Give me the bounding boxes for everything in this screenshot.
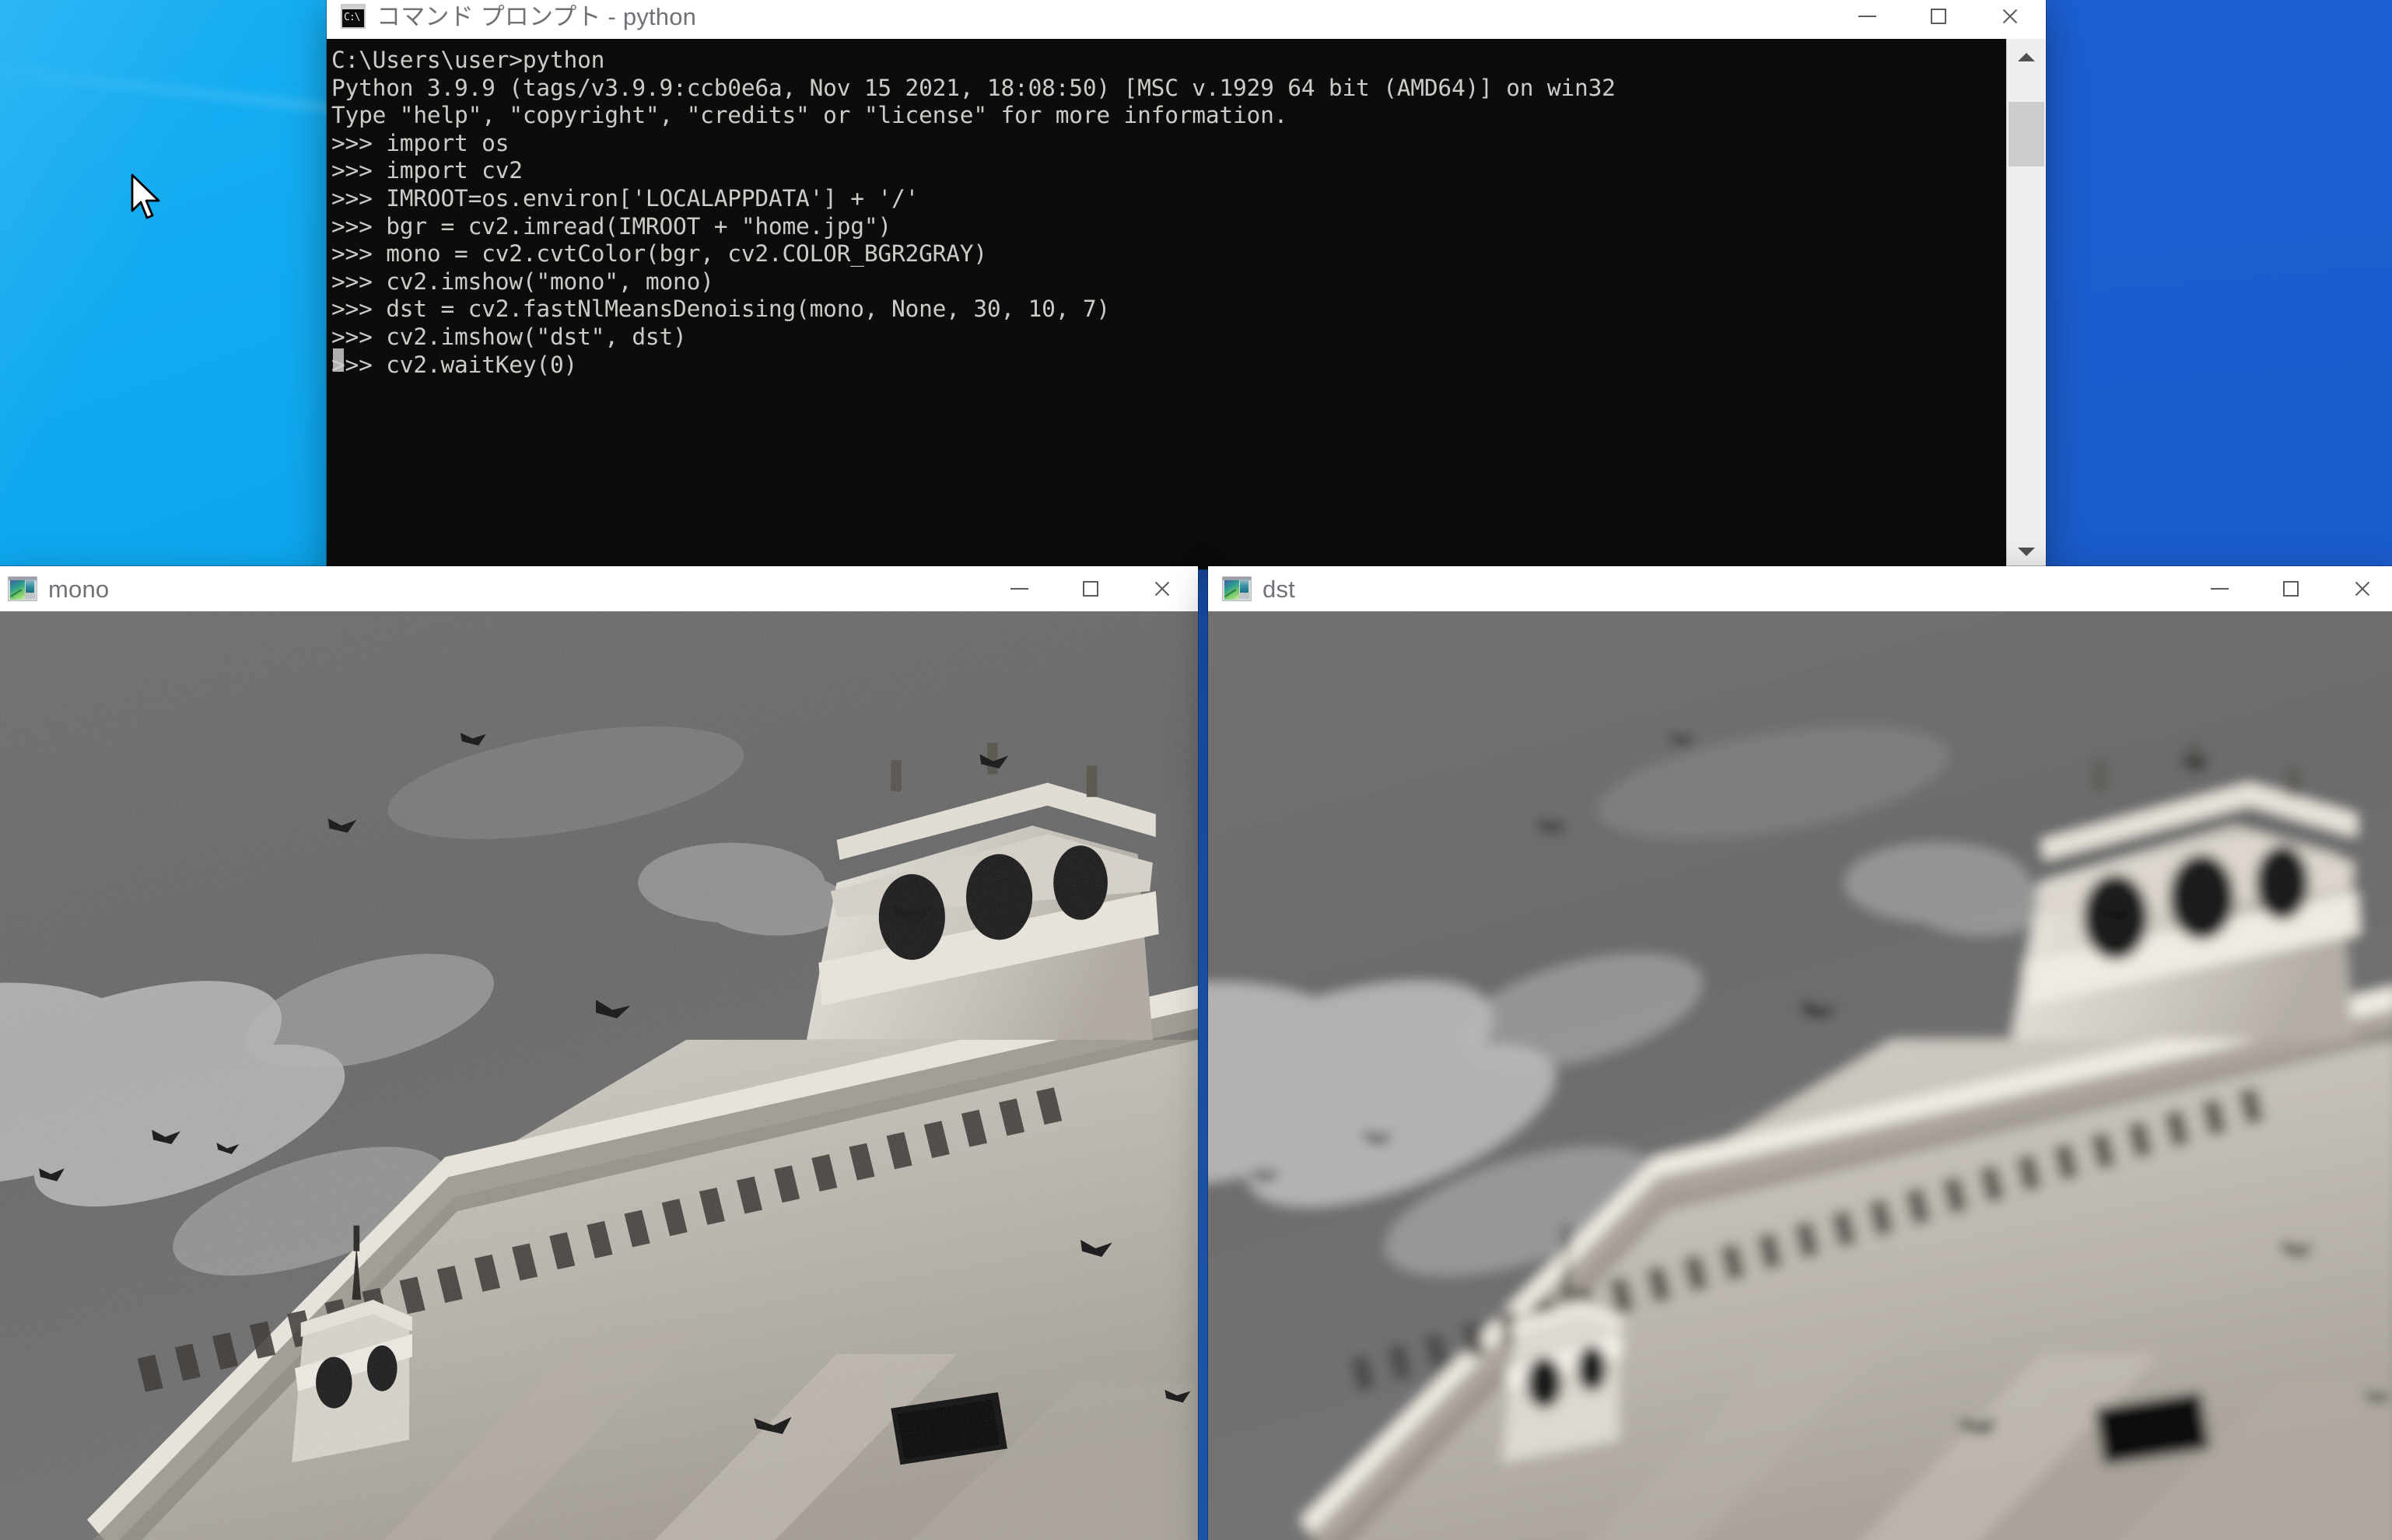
scrollbar-down-button[interactable] [2007,534,2046,569]
console-body[interactable]: C:\Users\user>python Python 3.9.9 (tags/… [327,39,2046,569]
mono-close-button[interactable] [1126,566,1198,611]
dst-image-canvas[interactable] [1208,611,2392,1540]
opencv-highgui-icon [1222,576,1252,601]
console-maximize-button[interactable] [1903,0,1974,39]
maximize-icon [2283,581,2299,597]
cmd-icon-label: C:\ [344,12,361,23]
dst-title-text: dst [1263,575,1295,603]
console-text-caret [333,348,344,372]
console-close-button[interactable] [1974,0,2046,39]
minimize-icon [1858,16,1876,17]
dst-title-group: dst [1208,576,1295,601]
mono-photo [0,611,1198,1540]
maximize-icon [1931,9,1946,24]
console-minimize-button[interactable] [1831,0,1903,39]
cmd-prompt-icon: C:\ [341,4,366,29]
mono-window-controls [983,566,1198,611]
close-icon [2353,579,2372,598]
desktop-screen: C:\ コマンド プロンプト - python C:\Users\user>py… [0,0,2392,1540]
chevron-down-icon [2018,547,2035,556]
dst-minimize-button[interactable] [2184,566,2255,611]
console-title-group: C:\ コマンド プロンプト - python [327,4,696,29]
console-title-text: コマンド プロンプト - python [376,2,697,30]
scrollbar-up-button[interactable] [2007,39,2046,75]
mono-title-text: mono [48,575,110,603]
minimize-icon [1010,588,1028,590]
opencv-highgui-icon [8,576,37,601]
console-scrollbar[interactable] [2006,39,2046,569]
mono-maximize-button[interactable] [1055,566,1126,611]
mono-image-canvas[interactable] [0,611,1198,1540]
dst-window-controls [2184,566,2392,611]
minimize-icon [2210,588,2229,590]
chevron-up-icon [2018,52,2035,61]
console-window-controls [1831,0,2046,39]
mono-image-window[interactable]: mono [0,566,1198,1540]
dst-maximize-button[interactable] [2255,566,2327,611]
mono-titlebar[interactable]: mono [0,566,1198,611]
command-prompt-window[interactable]: C:\ コマンド プロンプト - python C:\Users\user>py… [327,0,2046,569]
dst-photo [1208,611,2392,1540]
close-icon [1153,579,1171,598]
console-output-text[interactable]: C:\Users\user>python Python 3.9.9 (tags/… [327,39,2006,569]
dst-image-window[interactable]: dst [1208,566,2392,1540]
scrollbar-thumb[interactable] [2009,102,2044,166]
mono-title-group: mono [0,576,109,601]
mono-minimize-button[interactable] [983,566,1055,611]
dst-titlebar[interactable]: dst [1208,566,2392,611]
maximize-icon [1083,581,1098,597]
close-icon [2001,7,2019,26]
dst-close-button[interactable] [2327,566,2392,611]
console-titlebar[interactable]: C:\ コマンド プロンプト - python [327,0,2046,39]
